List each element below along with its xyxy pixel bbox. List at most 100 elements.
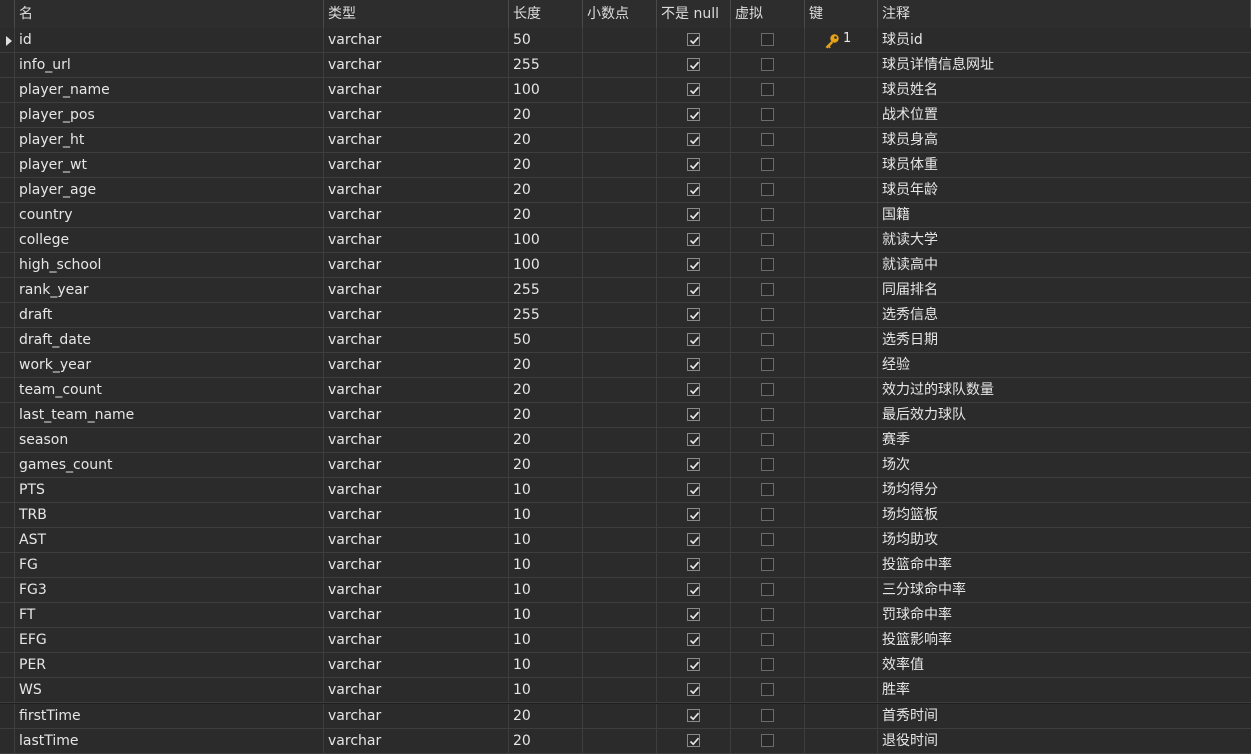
field-decimal-cell[interactable] (583, 603, 657, 628)
field-length-cell[interactable]: 20 (509, 153, 583, 178)
field-decimal-cell[interactable] (583, 553, 657, 578)
key-cell[interactable] (805, 628, 878, 653)
field-comment-cell[interactable]: 三分球命中率 (878, 578, 1251, 603)
row-selector[interactable] (0, 603, 15, 628)
key-cell[interactable] (805, 253, 878, 278)
field-type-cell[interactable]: varchar (324, 478, 509, 503)
field-length-cell[interactable]: 20 (509, 378, 583, 403)
field-name-cell[interactable]: draft_date (15, 328, 324, 353)
field-comment-cell[interactable]: 球员身高 (878, 128, 1251, 153)
virtual-checkbox[interactable] (761, 108, 774, 121)
field-decimal-cell[interactable] (583, 103, 657, 128)
field-name-cell[interactable]: TRB (15, 503, 324, 528)
virtual-checkbox[interactable] (761, 709, 774, 722)
field-comment-cell[interactable]: 球员详情信息网址 (878, 53, 1251, 78)
row-selector[interactable] (0, 353, 15, 378)
virtual-checkbox[interactable] (761, 83, 774, 96)
field-decimal-cell[interactable] (583, 704, 657, 729)
key-cell[interactable] (805, 278, 878, 303)
field-length-cell[interactable]: 10 (509, 603, 583, 628)
key-cell[interactable] (805, 128, 878, 153)
field-comment-cell[interactable]: 场均得分 (878, 478, 1251, 503)
table-row[interactable]: PER varchar 10 效率值 (0, 653, 1251, 678)
row-selector[interactable] (0, 178, 15, 203)
row-selector[interactable] (0, 53, 15, 78)
not-null-checkbox[interactable] (687, 408, 700, 421)
row-selector[interactable] (0, 103, 15, 128)
field-type-cell[interactable]: varchar (324, 628, 509, 653)
virtual-checkbox[interactable] (761, 333, 774, 346)
table-row[interactable]: player_wt varchar 20 球员体重 (0, 153, 1251, 178)
field-length-cell[interactable]: 100 (509, 228, 583, 253)
key-cell[interactable] (805, 353, 878, 378)
not-null-checkbox[interactable] (687, 508, 700, 521)
virtual-checkbox[interactable] (761, 233, 774, 246)
field-decimal-cell[interactable] (583, 729, 657, 754)
field-length-cell[interactable]: 20 (509, 203, 583, 228)
field-type-cell[interactable]: varchar (324, 228, 509, 253)
key-cell[interactable] (805, 378, 878, 403)
field-type-cell[interactable]: varchar (324, 28, 509, 53)
key-cell[interactable] (805, 503, 878, 528)
row-selector[interactable] (0, 729, 15, 754)
field-name-cell[interactable]: season (15, 428, 324, 453)
field-comment-cell[interactable]: 同届排名 (878, 278, 1251, 303)
field-name-cell[interactable]: high_school (15, 253, 324, 278)
field-comment-cell[interactable]: 投篮影响率 (878, 628, 1251, 653)
table-row[interactable]: team_count varchar 20 效力过的球队数量 (0, 378, 1251, 403)
key-cell[interactable]: 1 (805, 28, 878, 53)
field-comment-cell[interactable]: 就读高中 (878, 253, 1251, 278)
virtual-checkbox[interactable] (761, 658, 774, 671)
field-length-cell[interactable]: 20 (509, 178, 583, 203)
table-row[interactable]: AST varchar 10 场均助攻 (0, 528, 1251, 553)
field-name-cell[interactable]: EFG (15, 628, 324, 653)
not-null-checkbox[interactable] (687, 383, 700, 396)
row-selector[interactable] (0, 553, 15, 578)
row-selector[interactable] (0, 704, 15, 729)
field-comment-cell[interactable]: 胜率 (878, 678, 1251, 703)
header-name[interactable]: 名 (15, 0, 324, 28)
key-cell[interactable] (805, 678, 878, 703)
field-length-cell[interactable]: 10 (509, 678, 583, 703)
field-name-cell[interactable]: PTS (15, 478, 324, 503)
row-selector[interactable] (0, 678, 15, 703)
field-decimal-cell[interactable] (583, 578, 657, 603)
field-decimal-cell[interactable] (583, 203, 657, 228)
field-comment-cell[interactable]: 投篮命中率 (878, 553, 1251, 578)
field-length-cell[interactable]: 255 (509, 303, 583, 328)
table-row[interactable]: player_pos varchar 20 战术位置 (0, 103, 1251, 128)
row-selector[interactable] (0, 153, 15, 178)
field-name-cell[interactable]: last_team_name (15, 403, 324, 428)
row-selector[interactable] (0, 653, 15, 678)
field-decimal-cell[interactable] (583, 503, 657, 528)
field-type-cell[interactable]: varchar (324, 53, 509, 78)
key-cell[interactable] (805, 578, 878, 603)
virtual-checkbox[interactable] (761, 183, 774, 196)
table-row[interactable]: lastTime varchar 20 退役时间 (0, 729, 1251, 754)
header-length[interactable]: 长度 (509, 0, 583, 28)
field-length-cell[interactable]: 10 (509, 528, 583, 553)
not-null-checkbox[interactable] (687, 33, 700, 46)
field-type-cell[interactable]: varchar (324, 453, 509, 478)
field-type-cell[interactable]: varchar (324, 729, 509, 754)
field-type-cell[interactable]: varchar (324, 578, 509, 603)
row-selector[interactable] (0, 478, 15, 503)
field-length-cell[interactable]: 20 (509, 353, 583, 378)
not-null-checkbox[interactable] (687, 108, 700, 121)
field-type-cell[interactable]: varchar (324, 528, 509, 553)
table-row[interactable]: FG3 varchar 10 三分球命中率 (0, 578, 1251, 603)
field-decimal-cell[interactable] (583, 628, 657, 653)
field-type-cell[interactable]: varchar (324, 153, 509, 178)
not-null-checkbox[interactable] (687, 333, 700, 346)
field-type-cell[interactable]: varchar (324, 103, 509, 128)
field-comment-cell[interactable]: 退役时间 (878, 729, 1251, 754)
field-decimal-cell[interactable] (583, 353, 657, 378)
field-decimal-cell[interactable] (583, 28, 657, 53)
field-name-cell[interactable]: lastTime (15, 729, 324, 754)
key-cell[interactable] (805, 528, 878, 553)
virtual-checkbox[interactable] (761, 608, 774, 621)
table-row[interactable]: PTS varchar 10 场均得分 (0, 478, 1251, 503)
field-length-cell[interactable]: 10 (509, 578, 583, 603)
field-length-cell[interactable]: 10 (509, 628, 583, 653)
not-null-checkbox[interactable] (687, 608, 700, 621)
